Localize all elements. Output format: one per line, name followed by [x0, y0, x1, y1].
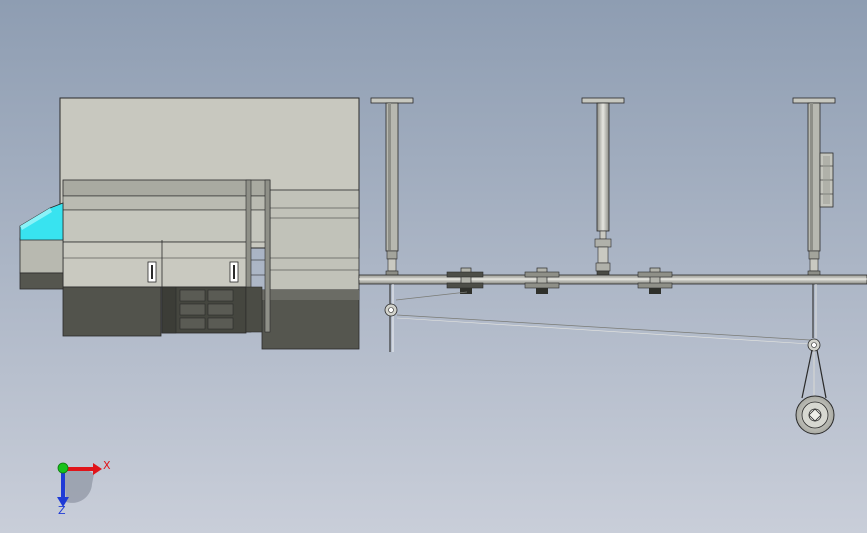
z-axis-label: Z: [58, 504, 66, 517]
housing-nose-body: [19, 237, 64, 274]
housing-band-2: [62, 195, 271, 211]
housing-top-band: [62, 179, 271, 197]
x-axis-label: X: [103, 459, 111, 472]
cad-viewport[interactable]: X Z: [0, 0, 867, 533]
hinge-bracket: [819, 152, 834, 208]
housing-nose-base: [19, 272, 64, 290]
machine-housing[interactable]: [19, 97, 360, 350]
viewport-canvas[interactable]: X Z: [0, 0, 867, 533]
horizontal-pipe[interactable]: [358, 274, 867, 285]
y-axis-dot: [57, 462, 69, 474]
housing-band-3: [62, 209, 271, 243]
housing-right-block: [269, 189, 360, 291]
housing-base-left: [62, 286, 162, 337]
housing-base-mid: [245, 286, 263, 333]
housing-frame-post-2: [264, 179, 271, 333]
